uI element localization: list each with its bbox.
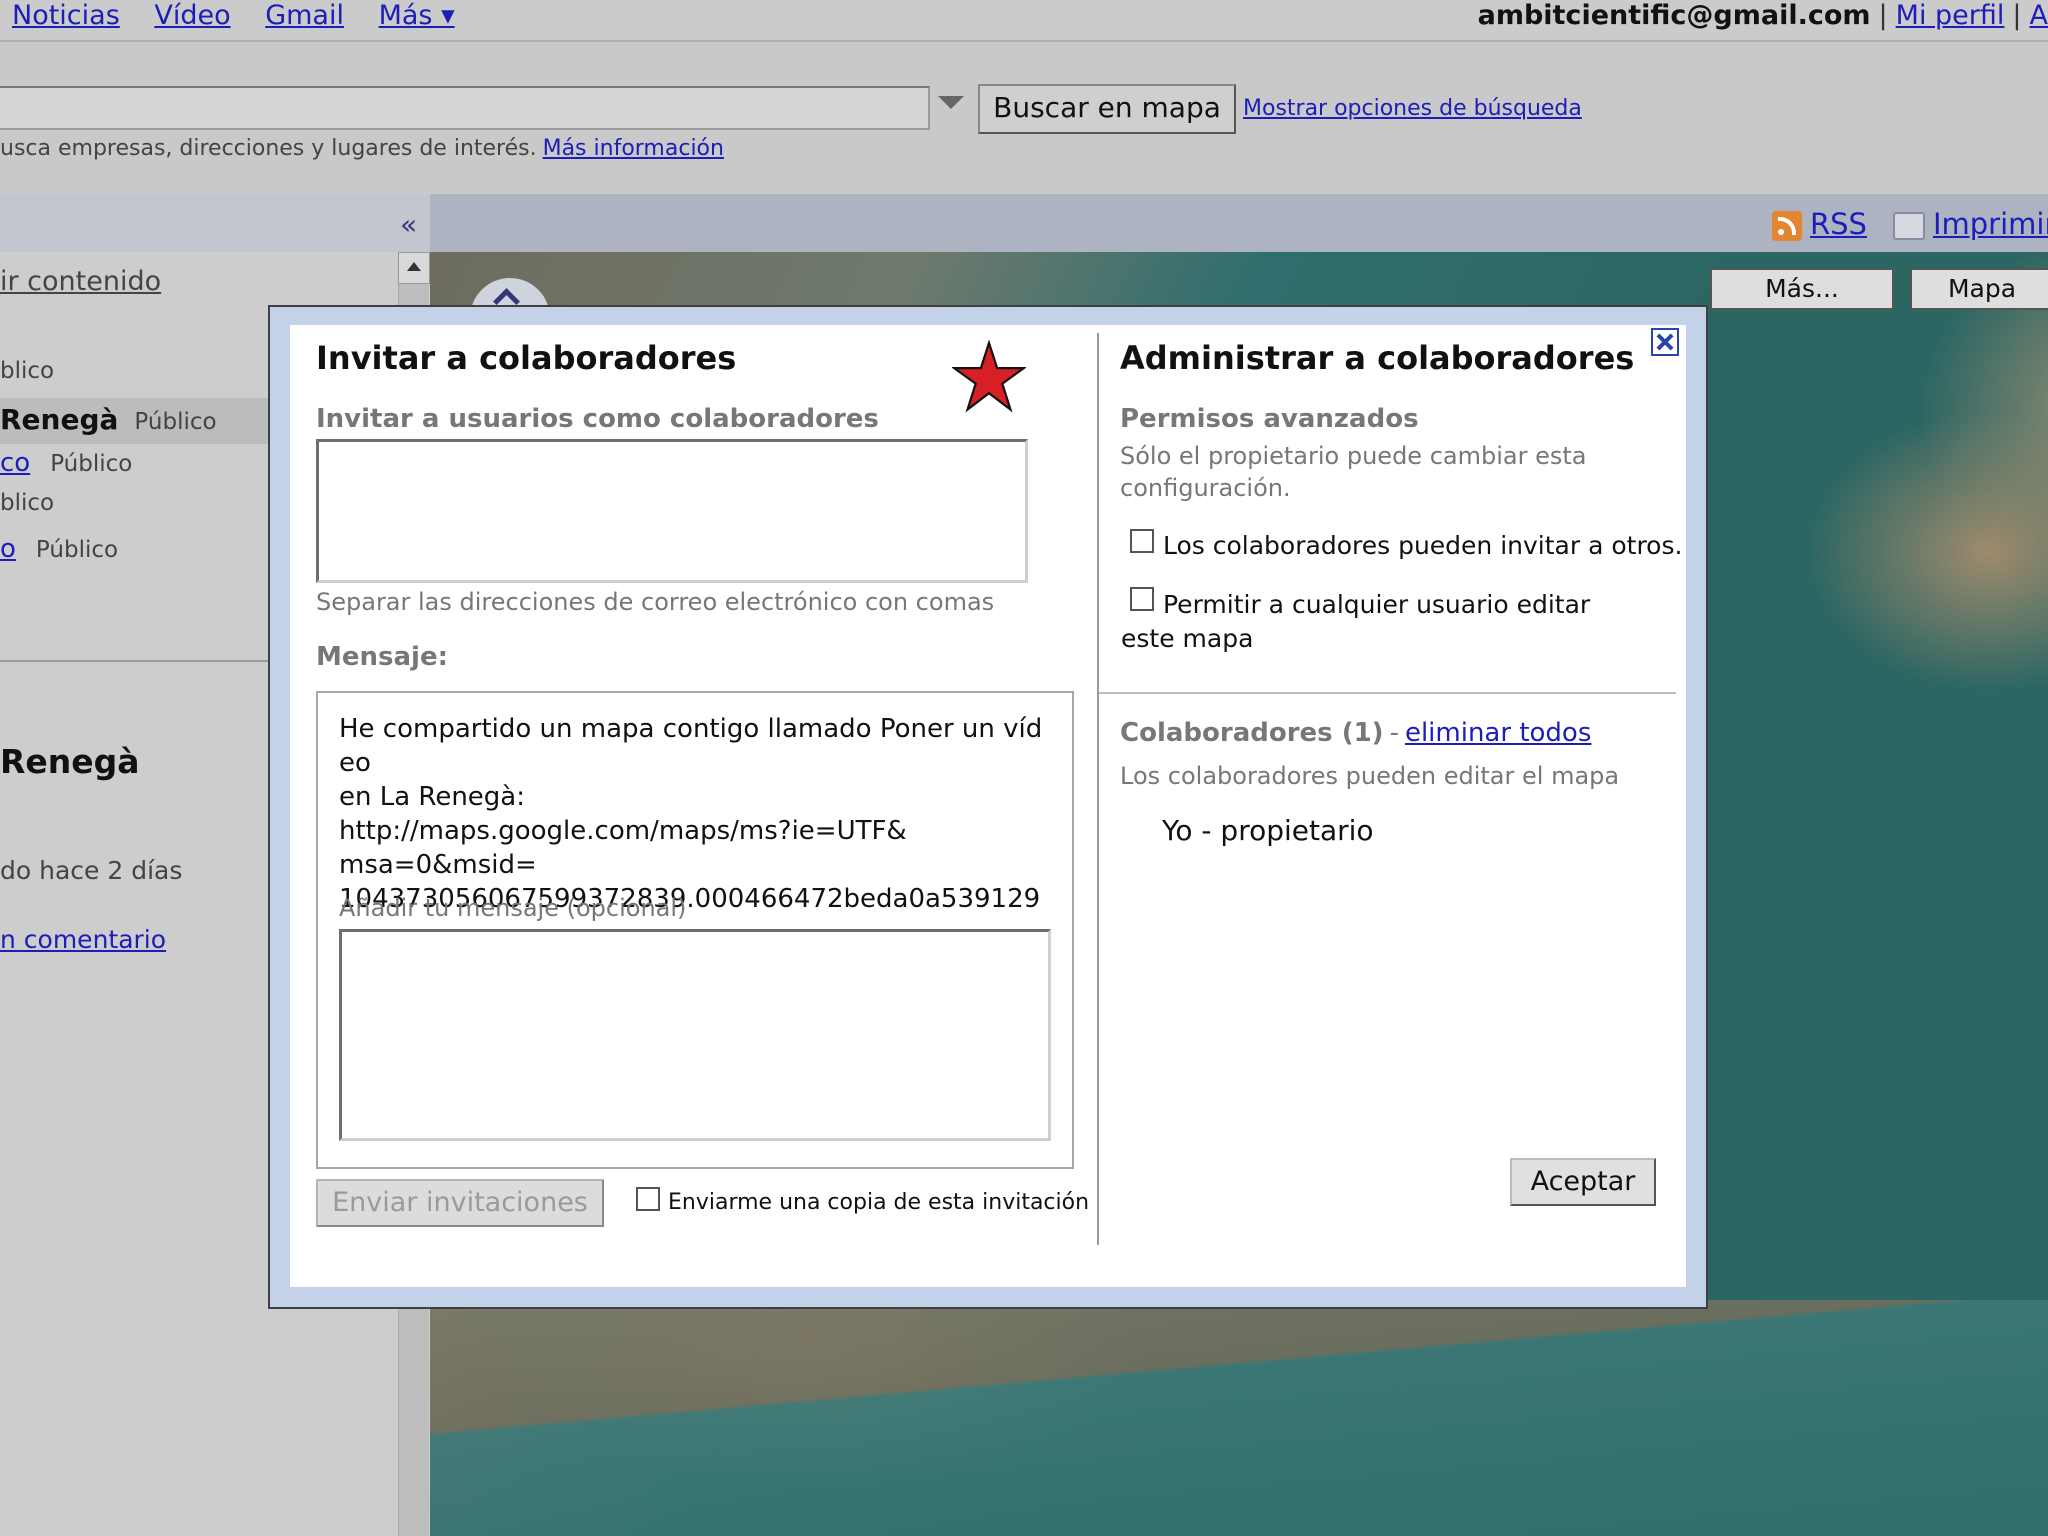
allow-invite-checkbox[interactable] <box>1130 529 1154 553</box>
map-more-button[interactable]: Más... <box>1710 268 1894 310</box>
map-list-item[interactable]: co Público <box>0 448 132 478</box>
search-dropdown-arrow-icon[interactable] <box>938 96 964 109</box>
rss-icon[interactable] <box>1772 211 1802 241</box>
search-hint-text: usca empresas, direcciones y lugares de … <box>0 136 537 161</box>
map-list-item[interactable]: blico <box>0 490 54 516</box>
separator: | <box>2012 0 2022 31</box>
sidebar-toolbar <box>0 194 430 252</box>
rss-link[interactable]: RSS <box>1810 207 1867 241</box>
message-label: Mensaje: <box>316 642 448 672</box>
more-info-link[interactable]: Más información <box>543 136 724 161</box>
print-link[interactable]: Imprimir <box>1933 207 2048 241</box>
permissions-note: Sólo el propietario puede cambiar esta c… <box>1120 442 1587 502</box>
account-link[interactable]: A <box>2030 0 2048 31</box>
map-list-link[interactable]: co <box>0 448 30 478</box>
column-divider <box>1097 333 1099 1245</box>
printer-icon[interactable] <box>1892 212 1925 240</box>
user-area: ambitcientific@gmail.com | Mi perfil | A <box>1478 0 2048 32</box>
search-options-link[interactable]: Mostrar opciones de búsqueda <box>1243 96 1582 121</box>
map-list-item[interactable]: blico <box>0 358 54 384</box>
profile-link[interactable]: Mi perfil <box>1896 0 2005 31</box>
remove-all-link[interactable]: eliminar todos <box>1405 718 1591 748</box>
nav-link-more[interactable]: Más ▾ <box>379 0 455 31</box>
search-input[interactable] <box>0 86 930 130</box>
edit-content-link[interactable]: ir contenido <box>0 266 161 297</box>
invite-subtitle: Invitar a usuarios como colaboradores <box>316 404 879 434</box>
star-shape <box>952 340 1026 413</box>
top-bar: Noticias Vídeo Gmail Más ▾ ambitcientifi… <box>0 0 2048 42</box>
map-list-title: Renegà <box>0 403 119 436</box>
collaborators-header: Colaboradores (1) - eliminar todos <box>1120 718 1591 748</box>
collaborators-dash: - <box>1389 718 1399 748</box>
allow-anyone-edit-label: Permitir a cualquier usuario editar este… <box>1121 590 1591 653</box>
map-visibility: Público <box>35 537 119 563</box>
nav-link-video[interactable]: Vídeo <box>154 0 230 31</box>
collaborators-note: Los colaboradores pueden editar el mapa <box>1120 762 1620 790</box>
optional-message-label: Añadir tu mensaje (opcional) <box>339 894 687 922</box>
feed-print-links: RSS Imprimir <box>1772 207 2048 241</box>
map-visibility: blico <box>0 490 55 516</box>
manage-title: Administrar a colaboradores <box>1120 339 1635 377</box>
optional-message-input[interactable] <box>339 929 1051 1141</box>
map-visibility: Público <box>50 451 133 477</box>
invite-title: Invitar a colaboradores <box>316 339 737 377</box>
map-visibility: blico <box>0 358 55 384</box>
separator: | <box>1878 0 1888 31</box>
close-icon[interactable] <box>1651 328 1679 356</box>
nav-link-gmail[interactable]: Gmail <box>265 0 344 31</box>
nav-link-noticias[interactable]: Noticias <box>12 0 120 31</box>
map-visibility: Público <box>134 409 217 435</box>
scroll-up-arrow-icon[interactable] <box>398 252 430 284</box>
section-divider <box>1099 692 1676 694</box>
map-date: do hace 2 días <box>0 856 183 885</box>
star-icon <box>952 340 1026 413</box>
accept-button[interactable]: Aceptar <box>1510 1158 1656 1206</box>
collaborators-count: Colaboradores (1) <box>1120 718 1384 748</box>
map-list-link[interactable]: o <box>0 534 16 564</box>
map-coastline <box>430 1300 2048 1536</box>
allow-invite-label: Los colaboradores pueden invitar a otros… <box>1163 531 1683 560</box>
send-copy-label: Enviarme una copia de esta invitación <box>668 1190 1090 1215</box>
comment-link[interactable]: n comentario <box>0 925 166 954</box>
map-list-item[interactable]: o Público <box>0 534 118 564</box>
invite-emails-input[interactable] <box>316 439 1028 583</box>
message-text: He compartido un mapa contigo llamado Po… <box>339 714 1043 914</box>
map-title: Renegà <box>0 742 140 781</box>
invite-hint: Separar las direcciones de correo electr… <box>316 588 995 616</box>
send-invitations-button[interactable]: Enviar invitaciones <box>316 1179 604 1227</box>
map-type-button[interactable]: Mapa <box>1910 268 2048 310</box>
search-map-button[interactable]: Buscar en mapa <box>978 84 1236 134</box>
advanced-permissions-title: Permisos avanzados <box>1120 404 1419 434</box>
collapse-sidebar-button[interactable]: « <box>400 208 417 241</box>
collaborator-owner: Yo - propietario <box>1162 814 1374 847</box>
top-nav: Noticias Vídeo Gmail Más ▾ <box>12 0 481 32</box>
user-email: ambitcientific@gmail.com <box>1477 0 1871 31</box>
search-hint: usca empresas, direcciones y lugares de … <box>0 136 724 161</box>
send-copy-checkbox[interactable] <box>636 1187 660 1211</box>
